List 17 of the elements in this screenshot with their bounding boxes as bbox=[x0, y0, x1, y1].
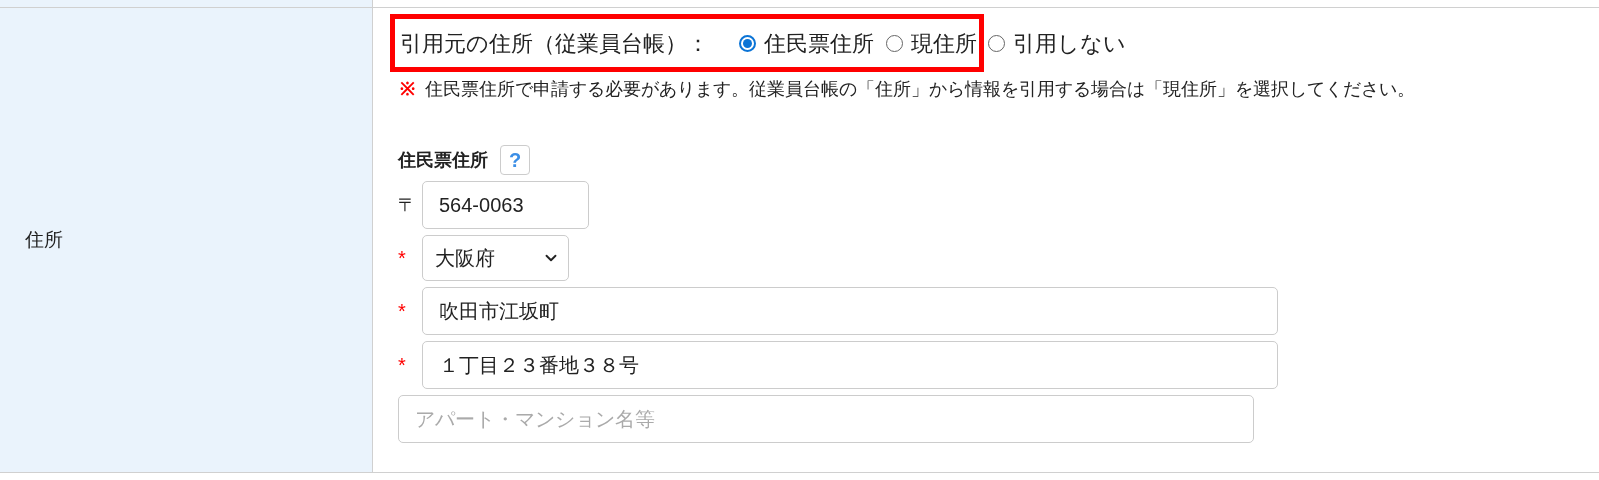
postal-symbol: 〒 bbox=[398, 193, 416, 217]
address-field[interactable]: １丁目２３番地３８号 bbox=[422, 341, 1278, 389]
required-mark: * bbox=[398, 246, 407, 271]
note-text: 住民票住所で申請する必要があります。従業員台帳の「住所」から情報を引用する場合は「現住所」を選択してください。 bbox=[425, 78, 1415, 101]
radio-option[interactable]: 引用しない bbox=[988, 26, 1126, 60]
radio-option[interactable]: 住民票住所 bbox=[739, 26, 874, 60]
section-title: 住民票住所 bbox=[398, 148, 488, 172]
required-mark: * bbox=[398, 353, 407, 378]
source-label: 引用元の住所（従業員台帳）： bbox=[400, 29, 709, 58]
row-label: 住所 bbox=[25, 227, 63, 252]
prefecture-select[interactable]: 大阪府 bbox=[422, 235, 569, 281]
note-mark: ※ bbox=[400, 78, 415, 101]
radio-option[interactable]: 現住所 bbox=[886, 26, 977, 60]
address-field[interactable]: アパート・マンション名等 bbox=[398, 395, 1254, 443]
required-mark: * bbox=[398, 299, 407, 324]
address-field[interactable]: 吹田市江坂町 bbox=[422, 287, 1278, 335]
postal-code-field[interactable]: 564-0063 bbox=[422, 181, 589, 229]
